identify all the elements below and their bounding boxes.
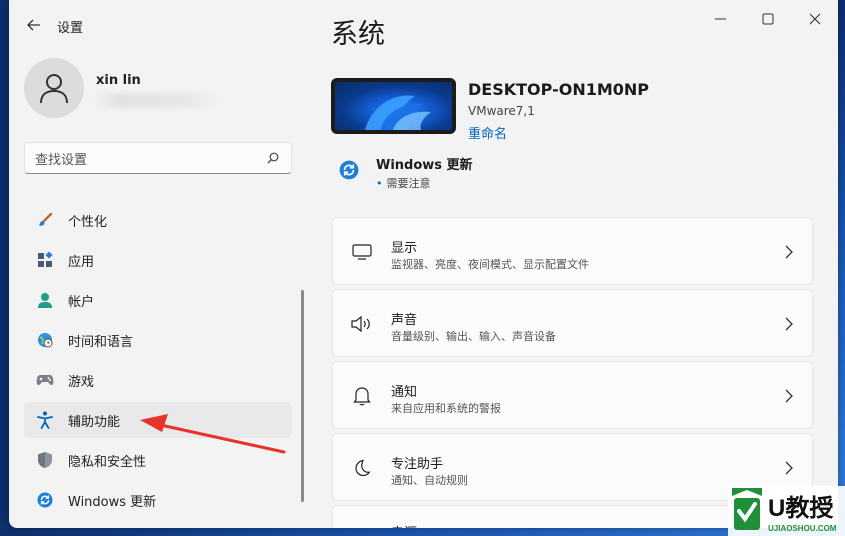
annotation-arrow-icon bbox=[140, 414, 286, 454]
page-title: 系统 bbox=[331, 19, 385, 50]
svg-text:U教授: U教授 bbox=[768, 494, 834, 522]
sidebar-item-label: 游戏 bbox=[68, 374, 95, 390]
apps-icon bbox=[36, 251, 54, 269]
card-sound[interactable]: 声音 音量级别、输出、输入、声音设备 bbox=[332, 289, 813, 357]
card-description: 来自应用和系统的警报 bbox=[391, 402, 501, 415]
shield-icon bbox=[36, 451, 54, 469]
maximize-button[interactable] bbox=[750, 8, 786, 30]
sidebar-item-label: 应用 bbox=[68, 254, 95, 270]
card-notifications[interactable]: 通知 来自应用和系统的警报 bbox=[332, 361, 813, 429]
update-icon bbox=[36, 491, 54, 509]
globe-clock-icon bbox=[36, 331, 54, 349]
card-description: 监视器、亮度、夜间模式、显示配置文件 bbox=[391, 258, 589, 271]
sidebar-item-windows-update[interactable]: Windows 更新 bbox=[24, 482, 292, 518]
moon-icon bbox=[351, 458, 373, 478]
sidebar-item-personalization[interactable]: 个性化 bbox=[24, 202, 292, 238]
settings-window: 设置 xin lin 查找设置 个性化 应用 帐户 时间和语言 游戏 辅助功能 … bbox=[9, 0, 838, 528]
chevron-right-icon bbox=[785, 245, 793, 259]
sidebar-item-label: Windows 更新 bbox=[68, 494, 157, 510]
sidebar-item-accounts[interactable]: 帐户 bbox=[24, 282, 292, 318]
search-box[interactable]: 查找设置 bbox=[24, 142, 292, 174]
bloom-wallpaper-image bbox=[365, 95, 431, 130]
update-status-text: 需要注意 bbox=[386, 177, 431, 190]
sidebar-item-label: 时间和语言 bbox=[68, 334, 134, 350]
sidebar-item-time-language[interactable]: 时间和语言 bbox=[24, 322, 292, 358]
chevron-right-icon bbox=[785, 317, 793, 331]
sidebar-item-apps[interactable]: 应用 bbox=[24, 242, 292, 278]
update-status: • 需要注意 bbox=[376, 175, 431, 191]
user-email-redacted bbox=[93, 93, 221, 108]
user-icon bbox=[40, 74, 68, 104]
card-title: 通知 bbox=[391, 385, 418, 400]
back-button[interactable] bbox=[23, 14, 45, 36]
minimize-button[interactable] bbox=[703, 8, 739, 30]
avatar[interactable] bbox=[24, 58, 84, 118]
rename-link[interactable]: 重命名 bbox=[468, 123, 507, 142]
update-title[interactable]: Windows 更新 bbox=[376, 154, 473, 173]
person-icon bbox=[36, 291, 54, 309]
user-name: xin lin bbox=[96, 73, 141, 88]
sidebar-item-label: 帐户 bbox=[68, 294, 95, 310]
card-title: 声音 bbox=[391, 313, 418, 328]
device-thumbnail bbox=[331, 78, 456, 134]
maximize-icon bbox=[762, 13, 774, 25]
sidebar-item-label: 辅助功能 bbox=[68, 414, 121, 430]
sidebar-scrollbar[interactable] bbox=[301, 290, 304, 502]
card-display[interactable]: 显示 监视器、亮度、夜间模式、显示配置文件 bbox=[332, 217, 813, 285]
close-icon bbox=[809, 13, 821, 25]
speaker-icon bbox=[351, 314, 373, 334]
bell-icon bbox=[351, 386, 373, 406]
gamepad-icon bbox=[36, 371, 54, 389]
sidebar-item-label: 个性化 bbox=[68, 214, 108, 230]
sidebar-item-gaming[interactable]: 游戏 bbox=[24, 362, 292, 398]
svg-text:UJIAOSHOU.COM: UJIAOSHOU.COM bbox=[768, 524, 837, 533]
minimize-icon bbox=[715, 18, 726, 20]
search-icon[interactable] bbox=[265, 150, 281, 166]
app-title: 设置 bbox=[57, 21, 84, 36]
watermark-logo: U教授 UJIAOSHOU.COM bbox=[728, 486, 845, 536]
card-description: 音量级别、输出、输入、声音设备 bbox=[391, 330, 556, 343]
windows-update-icon[interactable] bbox=[339, 160, 359, 180]
card-title: 专注助手 bbox=[391, 457, 444, 472]
close-button[interactable] bbox=[797, 8, 833, 30]
accessibility-icon bbox=[36, 411, 54, 429]
paintbrush-icon bbox=[36, 211, 54, 229]
device-model: VMware7,1 bbox=[468, 104, 535, 118]
status-dot-icon: • bbox=[376, 177, 383, 190]
card-title: 显示 bbox=[391, 241, 418, 256]
chevron-right-icon bbox=[785, 461, 793, 475]
device-name: DESKTOP-ON1M0NP bbox=[468, 80, 650, 99]
card-description: 通知、自动规则 bbox=[391, 474, 468, 487]
monitor-icon bbox=[351, 242, 373, 262]
back-arrow-icon bbox=[27, 19, 40, 31]
card-title: 电源 bbox=[391, 522, 417, 528]
search-input[interactable]: 查找设置 bbox=[35, 149, 265, 168]
chevron-right-icon bbox=[785, 389, 793, 403]
